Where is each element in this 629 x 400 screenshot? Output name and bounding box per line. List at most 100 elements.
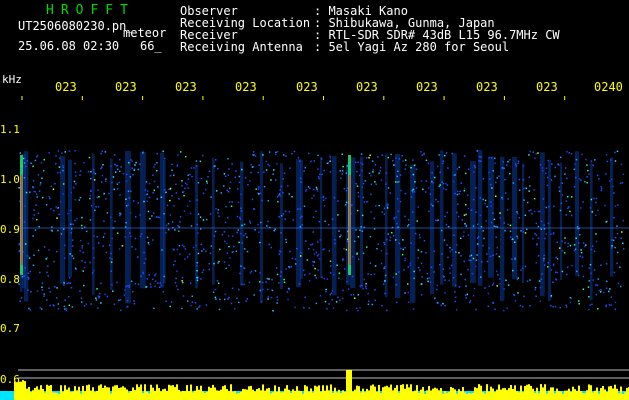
signal-dot	[304, 296, 306, 299]
signal-dot	[355, 182, 357, 185]
signal-dot	[239, 216, 241, 219]
level-bar	[28, 386, 30, 400]
signal-dot	[151, 215, 153, 217]
signal-dot	[560, 202, 563, 204]
signal-dot	[506, 164, 508, 166]
signal-dot	[567, 207, 569, 210]
level-bar	[42, 388, 44, 400]
signal-dot	[110, 261, 113, 263]
level-bar	[352, 391, 354, 400]
signal-dot	[444, 304, 446, 307]
signal-dot	[537, 237, 540, 240]
signal-dot	[573, 186, 576, 188]
signal-dot	[265, 169, 268, 171]
signal-dot	[229, 187, 231, 190]
signal-dot	[444, 279, 446, 281]
signal-dot	[179, 221, 181, 223]
signal-dot	[258, 186, 260, 188]
signal-dot	[46, 271, 48, 274]
signal-dot	[410, 196, 413, 198]
signal-streak	[500, 156, 505, 302]
signal-dot	[525, 187, 528, 190]
signal-dot	[567, 245, 569, 248]
signal-dot	[554, 175, 556, 178]
signal-dot	[409, 264, 411, 267]
signal-dot	[320, 158, 323, 160]
signal-dot	[595, 214, 597, 217]
signal-dot	[316, 190, 319, 192]
signal-dot	[74, 198, 77, 201]
signal-dot	[49, 197, 51, 200]
signal-dot	[517, 160, 520, 162]
signal-dot	[155, 273, 157, 275]
signal-dot	[153, 166, 155, 168]
signal-dot	[175, 285, 178, 287]
signal-dot	[132, 173, 134, 176]
signal-dot	[129, 212, 132, 214]
level-bar	[494, 392, 496, 400]
signal-dot	[367, 300, 370, 302]
signal-dot	[544, 237, 546, 240]
signal-dot	[146, 277, 148, 280]
signal-dot	[83, 284, 85, 287]
signal-dot	[511, 238, 514, 240]
signal-dot	[108, 192, 110, 195]
signal-dot	[544, 264, 546, 266]
signal-dot	[463, 214, 466, 216]
signal-dot	[187, 187, 189, 189]
signal-dot	[326, 278, 329, 280]
signal-dot	[399, 200, 402, 203]
signal-dot	[152, 192, 154, 194]
level-bar	[140, 384, 142, 400]
signal-dot	[236, 215, 239, 218]
signal-dot	[571, 214, 573, 217]
signal-dot	[56, 287, 58, 289]
level-bar	[166, 390, 168, 400]
signal-dot	[104, 180, 107, 182]
signal-dot	[341, 297, 344, 300]
signal-dot	[329, 272, 332, 274]
signal-dot	[324, 197, 327, 200]
signal-dot	[394, 239, 397, 241]
level-bar	[498, 384, 500, 400]
level-bar	[510, 384, 512, 400]
signal-dot	[229, 257, 231, 259]
level-bar	[396, 385, 398, 400]
signal-dot	[285, 268, 288, 270]
signal-dot	[288, 266, 290, 268]
signal-dot	[55, 155, 57, 157]
level-bar	[154, 390, 156, 400]
signal-dot	[230, 302, 233, 305]
signal-dot	[447, 167, 449, 169]
signal-dot	[93, 179, 96, 181]
signal-dot	[420, 180, 423, 182]
signal-dot	[133, 169, 136, 171]
signal-dot	[473, 164, 476, 167]
signal-dot	[110, 252, 112, 255]
signal-dot	[165, 300, 167, 303]
level-bar	[454, 389, 456, 400]
signal-dot	[534, 286, 537, 289]
signal-dot	[32, 186, 35, 189]
signal-dot	[517, 162, 519, 165]
signal-dot	[584, 180, 586, 183]
signal-dot	[444, 215, 446, 218]
signal-dot	[310, 160, 312, 163]
signal-dot	[582, 275, 585, 278]
signal-dot	[595, 233, 597, 235]
signal-dot	[529, 304, 531, 307]
signal-dot	[213, 262, 215, 265]
signal-dot	[228, 168, 230, 170]
signal-dot	[210, 196, 212, 198]
signal-dot	[258, 164, 260, 167]
signal-dot	[23, 177, 26, 179]
signal-dot	[252, 165, 255, 168]
signal-dot	[68, 304, 71, 307]
signal-dot	[23, 221, 26, 223]
signal-dot	[178, 230, 180, 232]
signal-dot	[248, 220, 251, 222]
signal-dot	[385, 172, 388, 174]
level-bar	[550, 387, 552, 400]
level-bar	[370, 385, 372, 400]
signal-dot	[184, 258, 186, 260]
